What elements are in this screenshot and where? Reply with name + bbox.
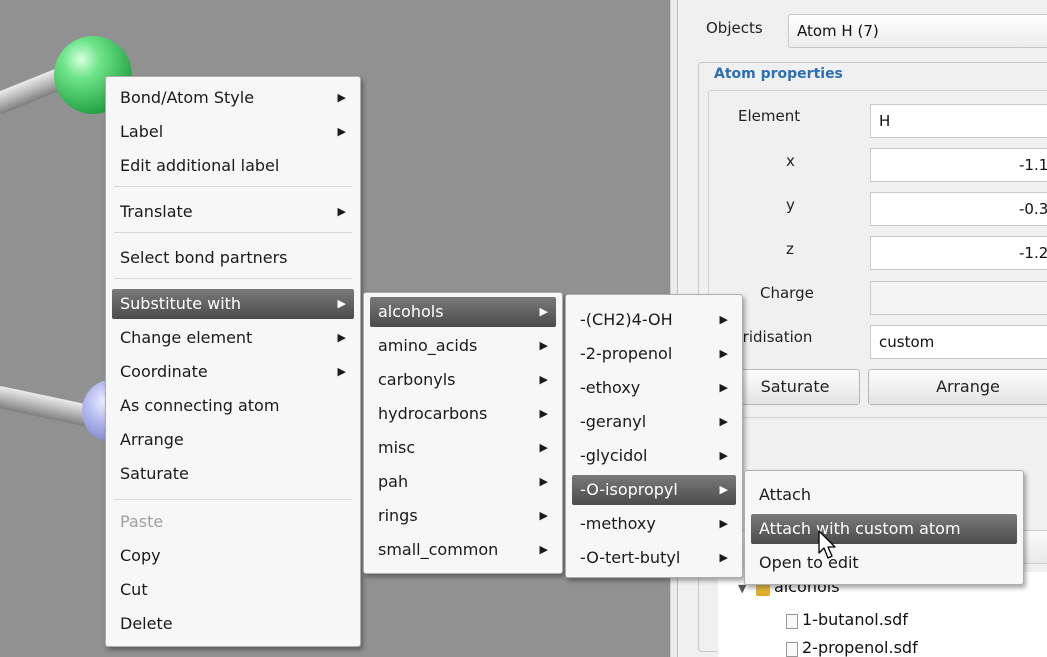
submenu-item-glycidol[interactable]: -glycidol ▶ xyxy=(572,441,736,471)
submenu-item-carbonyls[interactable]: carbonyls ▶ xyxy=(370,365,556,395)
submenu-item-alcohols[interactable]: alcohols ▶ xyxy=(370,297,556,327)
menu-item-cut[interactable]: Cut xyxy=(112,575,354,605)
menu-separator xyxy=(114,232,352,233)
element-label: Element xyxy=(738,107,801,125)
menu-separator xyxy=(114,186,352,187)
submenu-arrow-icon: ▶ xyxy=(539,543,548,556)
submenu-item-o-tert-butyl[interactable]: -O-tert-butyl ▶ xyxy=(572,543,736,573)
submenu-arrow-icon: ▶ xyxy=(719,313,728,326)
charge-field[interactable] xyxy=(870,281,1047,315)
file-icon xyxy=(786,642,798,657)
x-label: x xyxy=(786,152,795,170)
z-label: z xyxy=(786,240,794,258)
menu-item-attach[interactable]: Attach xyxy=(751,480,1017,510)
element-field[interactable]: H xyxy=(870,104,1047,138)
submenu-arrow-icon: ▶ xyxy=(539,339,548,352)
objects-label: Objects xyxy=(706,19,763,37)
z-field[interactable]: -1.288 xyxy=(870,236,1047,270)
y-field[interactable]: -0.396 xyxy=(870,192,1047,226)
group-title: Atom properties xyxy=(714,66,843,82)
submenu-arrow-icon: ▶ xyxy=(539,305,548,318)
menu-item-change-element[interactable]: Change element ▶ xyxy=(112,323,354,353)
menu-item-attach-with-custom-atom[interactable]: Attach with custom atom xyxy=(751,514,1017,544)
tree-file-item[interactable]: 2-propenol.sdf xyxy=(802,638,918,657)
menu-item-open-to-edit[interactable]: Open to edit xyxy=(751,548,1017,578)
objects-select[interactable]: Atom H (7) xyxy=(788,14,1047,48)
y-label: y xyxy=(786,196,795,214)
submenu-item-pah[interactable]: pah ▶ xyxy=(370,467,556,497)
submenu-arrow-icon: ▶ xyxy=(337,125,346,138)
saturate-button[interactable]: Saturate xyxy=(730,369,860,405)
submenu-item-ch2-4-oh[interactable]: -(CH2)4-OH ▶ xyxy=(572,305,736,335)
arrange-button[interactable]: Arrange xyxy=(868,369,1047,405)
submenu-arrow-icon: ▶ xyxy=(719,415,728,428)
submenu-item-rings[interactable]: rings ▶ xyxy=(370,501,556,531)
submenu-arrow-icon: ▶ xyxy=(539,373,548,386)
charge-label: Charge xyxy=(760,284,814,302)
submenu-item-2-propenol[interactable]: -2-propenol ▶ xyxy=(572,339,736,369)
submenu-arrow-icon: ▶ xyxy=(719,483,728,496)
submenu-item-o-isopropyl[interactable]: -O-isopropyl ▶ xyxy=(572,475,736,505)
attach-submenu: Attach Attach with custom atom Open to e… xyxy=(744,470,1024,585)
x-value: -1.116 xyxy=(1019,156,1047,174)
menu-item-bond-atom-style[interactable]: Bond/Atom Style ▶ xyxy=(112,83,354,113)
submenu-arrow-icon: ▶ xyxy=(719,449,728,462)
submenu-arrow-icon: ▶ xyxy=(539,509,548,522)
submenu-arrow-icon: ▶ xyxy=(719,551,728,564)
x-field[interactable]: -1.116 xyxy=(870,148,1047,182)
menu-item-substitute-with[interactable]: Substitute with ▶ xyxy=(112,289,354,319)
menu-separator xyxy=(114,278,352,279)
submenu-item-methoxy[interactable]: -methoxy ▶ xyxy=(572,509,736,539)
submenu-arrow-icon: ▶ xyxy=(719,517,728,530)
submenu-arrow-icon: ▶ xyxy=(337,91,346,104)
menu-item-arrange[interactable]: Arrange xyxy=(112,425,354,455)
submenu-item-geranyl[interactable]: -geranyl ▶ xyxy=(572,407,736,437)
submenu-arrow-icon: ▶ xyxy=(337,205,346,218)
menu-item-translate[interactable]: Translate ▶ xyxy=(112,197,354,227)
tree-file-item[interactable]: 1-butanol.sdf xyxy=(802,610,908,629)
menu-item-delete[interactable]: Delete xyxy=(112,609,354,639)
submenu-arrow-icon: ▶ xyxy=(719,347,728,360)
submenu-item-ethoxy[interactable]: -ethoxy ▶ xyxy=(572,373,736,403)
submenu-arrow-icon: ▶ xyxy=(539,407,548,420)
mouse-cursor-icon xyxy=(818,530,836,559)
submenu-arrow-icon: ▶ xyxy=(539,475,548,488)
submenu-arrow-icon: ▶ xyxy=(539,441,548,454)
menu-item-as-connecting-atom[interactable]: As connecting atom xyxy=(112,391,354,421)
alcohols-submenu: -(CH2)4-OH ▶ -2-propenol ▶ -ethoxy ▶ -geran… xyxy=(565,294,743,578)
hybridisation-select[interactable]: custom xyxy=(870,325,1047,359)
context-menu: Bond/Atom Style ▶ Label ▶ Edit additional … xyxy=(105,76,361,647)
menu-item-edit-additional-label[interactable]: Edit additional label xyxy=(112,151,354,181)
submenu-item-small-common[interactable]: small_common ▶ xyxy=(370,535,556,565)
submenu-arrow-icon: ▶ xyxy=(337,297,346,310)
menu-item-select-bond-partners[interactable]: Select bond partners xyxy=(112,243,354,273)
submenu-item-misc[interactable]: misc ▶ xyxy=(370,433,556,463)
submenu-item-hydrocarbons[interactable]: hydrocarbons ▶ xyxy=(370,399,556,429)
submenu-arrow-icon: ▶ xyxy=(337,331,346,344)
menu-item-label[interactable]: Label ▶ xyxy=(112,117,354,147)
y-value: -0.396 xyxy=(1019,200,1047,218)
menu-item-saturate[interactable]: Saturate xyxy=(112,459,354,489)
substitute-submenu: alcohols ▶ amino_acids ▶ carbonyls ▶ hydroc… xyxy=(363,292,563,574)
menu-item-copy[interactable]: Copy xyxy=(112,541,354,571)
submenu-arrow-icon: ▶ xyxy=(337,365,346,378)
menu-item-coordinate[interactable]: Coordinate ▶ xyxy=(112,357,354,387)
z-value: -1.288 xyxy=(1019,244,1047,262)
menu-item-paste: Paste xyxy=(120,512,164,531)
submenu-item-amino-acids[interactable]: amino_acids ▶ xyxy=(370,331,556,361)
menu-separator xyxy=(114,499,352,500)
file-icon xyxy=(786,614,798,629)
submenu-arrow-icon: ▶ xyxy=(719,381,728,394)
